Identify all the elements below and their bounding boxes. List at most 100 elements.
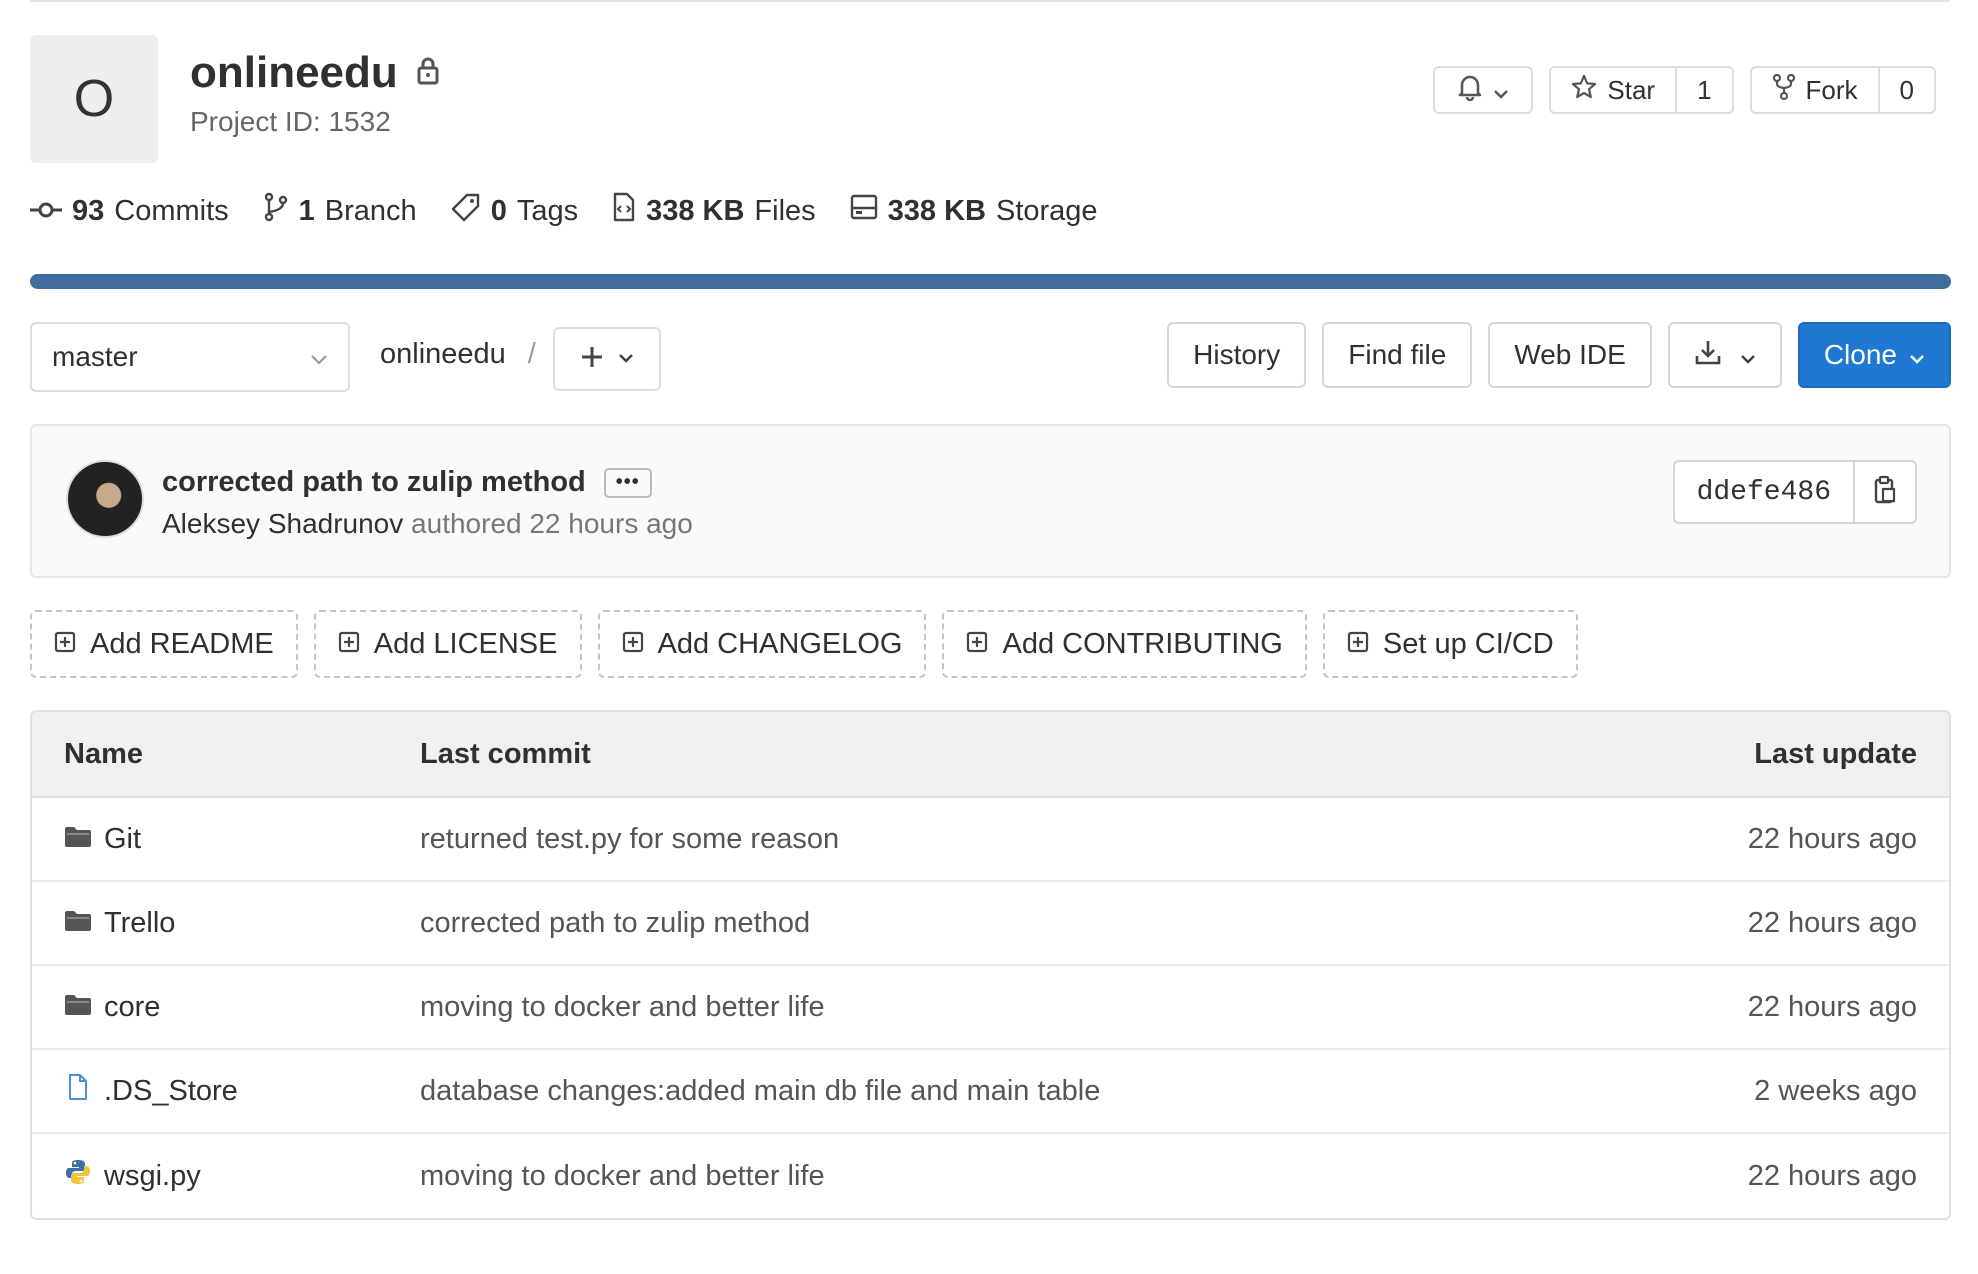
star-button[interactable]: Star <box>1551 68 1675 112</box>
commit-message[interactable]: database changes:added main db file and … <box>420 1075 1589 1108</box>
fork-label: Fork <box>1805 74 1858 105</box>
document-icon <box>64 1073 92 1109</box>
add-contributing-label: Add CONTRIBUTING <box>1002 627 1283 660</box>
project-name[interactable]: onlineedu <box>190 48 398 98</box>
star-count[interactable]: 1 <box>1675 68 1731 112</box>
last-update: 22 hours ago <box>1747 1159 1917 1192</box>
breadcrumb-root[interactable]: onlineedu <box>380 338 506 371</box>
notification-button[interactable] <box>1435 68 1531 112</box>
commit-description-toggle[interactable]: ••• <box>603 467 652 498</box>
stat-commits[interactable]: 93 Commits <box>30 195 229 228</box>
star-count-value: 1 <box>1697 74 1712 105</box>
file-name-cell: core <box>32 991 420 1024</box>
table-row[interactable]: Git returned test.py for some reason 22 … <box>32 798 1949 882</box>
fork-count[interactable]: 0 <box>1877 68 1934 112</box>
add-contributing-button[interactable]: Add CONTRIBUTING <box>942 610 1307 678</box>
tag-icon <box>451 192 481 230</box>
branch-icon <box>263 192 289 230</box>
add-readme-label: Add README <box>90 627 274 660</box>
last-update: 2 weeks ago <box>1754 1074 1917 1107</box>
project-id: Project ID: 1532 <box>190 106 391 137</box>
fork-button[interactable]: Fork <box>1752 68 1878 112</box>
commit-sha-group: ddefe486 <box>1672 460 1917 524</box>
web-ide-label: Web IDE <box>1514 339 1626 370</box>
star-label: Star <box>1607 74 1656 105</box>
commit-title[interactable]: corrected path to zulip method <box>162 466 586 499</box>
commit-message[interactable]: returned test.py for some reason <box>420 823 1589 856</box>
header-last-update: Last update <box>1754 737 1917 770</box>
stat-tags[interactable]: 0 Tags <box>451 192 578 230</box>
header-last-commit: Last commit <box>420 737 591 770</box>
chevron-down-icon <box>1493 75 1509 106</box>
history-label: History <box>1193 339 1281 370</box>
clone-button[interactable]: Clone <box>1797 322 1951 388</box>
file-name[interactable]: Git <box>104 823 141 856</box>
branch-selector[interactable]: master <box>30 322 350 392</box>
commit-sha[interactable]: ddefe486 <box>1675 462 1853 522</box>
table-row[interactable]: wsgi.py moving to docker and better life… <box>32 1134 1949 1218</box>
last-update: 22 hours ago <box>1747 906 1917 939</box>
chevron-down-icon <box>310 341 328 373</box>
stat-files-value: 338 KB <box>646 194 745 227</box>
file-name[interactable]: core <box>104 991 160 1024</box>
add-readme-button[interactable]: Add README <box>30 610 298 678</box>
fork-icon <box>1772 73 1796 108</box>
breadcrumb-separator: / <box>527 338 536 370</box>
stat-storage[interactable]: 338 KB Storage <box>850 193 1098 229</box>
file-name[interactable]: Trello <box>104 907 175 940</box>
web-ide-button[interactable]: Web IDE <box>1488 322 1652 388</box>
history-button[interactable]: History <box>1167 322 1307 388</box>
plus-square-icon <box>54 628 76 661</box>
header-actions: Star 1 Fork 0 <box>1433 66 1936 114</box>
file-name[interactable]: wsgi.py <box>104 1160 201 1193</box>
stat-files[interactable]: 338 KB Files <box>612 192 816 230</box>
find-file-label: Find file <box>1348 339 1447 370</box>
lock-icon <box>416 56 440 91</box>
project-avatar-letter: O <box>73 70 115 128</box>
commit-message[interactable]: corrected path to zulip method <box>420 907 1589 940</box>
commit-title-row: corrected path to zulip method ••• <box>162 466 652 499</box>
add-license-button[interactable]: Add LICENSE <box>313 610 582 678</box>
stat-branches-label: Branch <box>324 194 417 227</box>
download-dropdown[interactable] <box>1667 322 1782 388</box>
plus-icon <box>580 345 604 374</box>
chevron-down-icon <box>1909 339 1925 371</box>
add-changelog-label: Add CHANGELOG <box>657 627 903 660</box>
stat-tags-value: 0 <box>490 194 507 227</box>
file-name[interactable]: .DS_Store <box>104 1075 238 1108</box>
folder-icon <box>64 907 92 940</box>
last-update: 22 hours ago <box>1747 822 1917 855</box>
stat-files-label: Files <box>754 194 816 227</box>
stat-branches[interactable]: 1 Branch <box>263 192 417 230</box>
project-title: onlineedu <box>190 48 440 98</box>
table-row[interactable]: core moving to docker and better life 22… <box>32 966 1949 1050</box>
commit-time: authored 22 hours ago <box>411 508 693 539</box>
folder-icon <box>64 991 92 1024</box>
copy-sha-button[interactable] <box>1853 462 1915 522</box>
header-name: Name <box>64 737 143 770</box>
find-file-button[interactable]: Find file <box>1322 322 1473 388</box>
branch-name: master <box>52 341 138 372</box>
commit-icon <box>30 195 62 228</box>
commit-message[interactable]: moving to docker and better life <box>420 991 1589 1024</box>
file-name-cell: .DS_Store <box>32 1073 420 1109</box>
table-row[interactable]: .DS_Store database changes:added main db… <box>32 1050 1949 1134</box>
plus-square-icon <box>622 628 644 661</box>
setup-cicd-button[interactable]: Set up CI/CD <box>1322 610 1578 678</box>
file-icon <box>612 192 636 230</box>
stat-storage-label: Storage <box>995 194 1098 227</box>
notification-dropdown[interactable] <box>1433 66 1534 114</box>
author-avatar[interactable] <box>66 460 144 538</box>
file-tree-table: Name Last commit Last update Git returne… <box>30 710 1951 1220</box>
plus-square-icon <box>338 628 360 661</box>
fork-count-value: 0 <box>1899 74 1914 105</box>
star-button-group: Star 1 <box>1549 66 1734 114</box>
setup-cicd-label: Set up CI/CD <box>1382 627 1554 660</box>
bell-icon <box>1457 73 1483 108</box>
project-avatar[interactable]: O <box>30 35 158 163</box>
commit-author[interactable]: Aleksey Shadrunov <box>162 508 403 539</box>
add-file-dropdown[interactable] <box>553 327 661 391</box>
table-row[interactable]: Trello corrected path to zulip method 22… <box>32 882 1949 966</box>
add-changelog-button[interactable]: Add CHANGELOG <box>597 610 927 678</box>
commit-message[interactable]: moving to docker and better life <box>420 1160 1589 1193</box>
